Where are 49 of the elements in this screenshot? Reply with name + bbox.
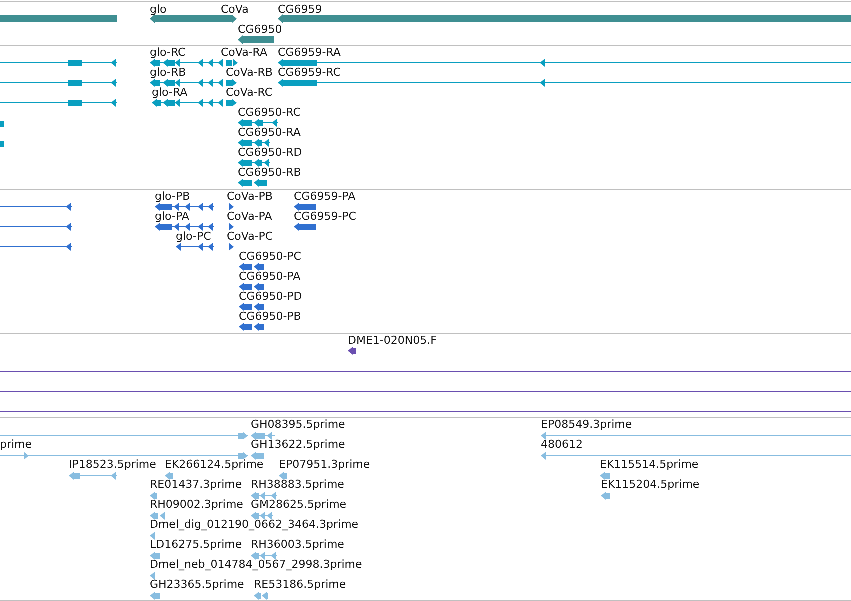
feature-label: CoVa-RC bbox=[226, 86, 273, 100]
feature-label: glo-RB bbox=[150, 66, 186, 80]
feature-label: CG6950 bbox=[238, 23, 282, 37]
feature-label: GM28625.5prime bbox=[251, 498, 347, 512]
feature-label: EK115514.5prime bbox=[600, 458, 699, 472]
feature-label: CG6950-PC bbox=[239, 250, 302, 264]
feature-label: CG6950-PA bbox=[239, 270, 301, 284]
feature-label: CoVa-PB bbox=[227, 190, 273, 204]
feature-label: glo-RC bbox=[150, 46, 186, 60]
feature-label: EK266124.5prime bbox=[165, 458, 264, 472]
feature-label: CG6959-RA bbox=[278, 46, 341, 60]
feature-label: Dmel_neb_014784_0567_2998.3prime bbox=[150, 558, 362, 572]
feature-label: CoVa-PA bbox=[227, 210, 272, 224]
feature-label: LD16275.5prime bbox=[150, 538, 242, 552]
feature-label: glo-PB bbox=[155, 190, 190, 204]
feature-label: glo-PC bbox=[176, 230, 212, 244]
feature-label: DME1-020N05.F bbox=[348, 334, 437, 348]
feature-label: CoVa bbox=[221, 3, 249, 17]
feature-label: EK115204.5prime bbox=[601, 478, 700, 492]
feature-label: CoVa-RB bbox=[226, 66, 273, 80]
feature-label: GH23365.5prime bbox=[150, 578, 244, 592]
feature-label: RE53186.5prime bbox=[254, 578, 346, 592]
feature-label: glo bbox=[150, 3, 167, 17]
feature-label: CG6950-RA bbox=[238, 126, 301, 140]
feature-label: IP18523.5prime bbox=[69, 458, 156, 472]
feature-label: EP07951.3prime bbox=[279, 458, 370, 472]
feature-label: RH36003.5prime bbox=[251, 538, 344, 552]
feature-label: 480612 bbox=[541, 438, 583, 452]
feature-label: CG6950-RB bbox=[238, 166, 302, 180]
feature-label: CG6959-PA bbox=[294, 190, 356, 204]
feature-label: prime bbox=[0, 438, 32, 452]
feature-label: EP08549.3prime bbox=[541, 418, 632, 432]
feature-label: CG6950-RC bbox=[238, 106, 301, 120]
feature-label: CG6950-PB bbox=[239, 310, 302, 324]
feature-label: RH09002.3prime bbox=[150, 498, 244, 512]
feature-label: CG6959-RC bbox=[278, 66, 341, 80]
feature-label: CG6959 bbox=[278, 3, 322, 17]
feature-label: CoVa-PC bbox=[227, 230, 274, 244]
feature-label: RE01437.3prime bbox=[150, 478, 242, 492]
feature-label: CG6959-PC bbox=[294, 210, 356, 224]
feature-label: CoVa-RA bbox=[221, 46, 268, 60]
feature-label: glo-RA bbox=[152, 86, 188, 100]
feature-label: GH13622.5prime bbox=[251, 438, 346, 452]
feature-label: GH08395.5prime bbox=[251, 418, 346, 432]
feature-label: glo-PA bbox=[155, 210, 190, 224]
feature-label: Dmel_dig_012190_0662_3464.3prime bbox=[150, 518, 359, 532]
feature-label: RH38883.5prime bbox=[251, 478, 344, 492]
feature-label: CG6950-PD bbox=[239, 290, 302, 304]
feature-label: CG6950-RD bbox=[238, 146, 302, 160]
